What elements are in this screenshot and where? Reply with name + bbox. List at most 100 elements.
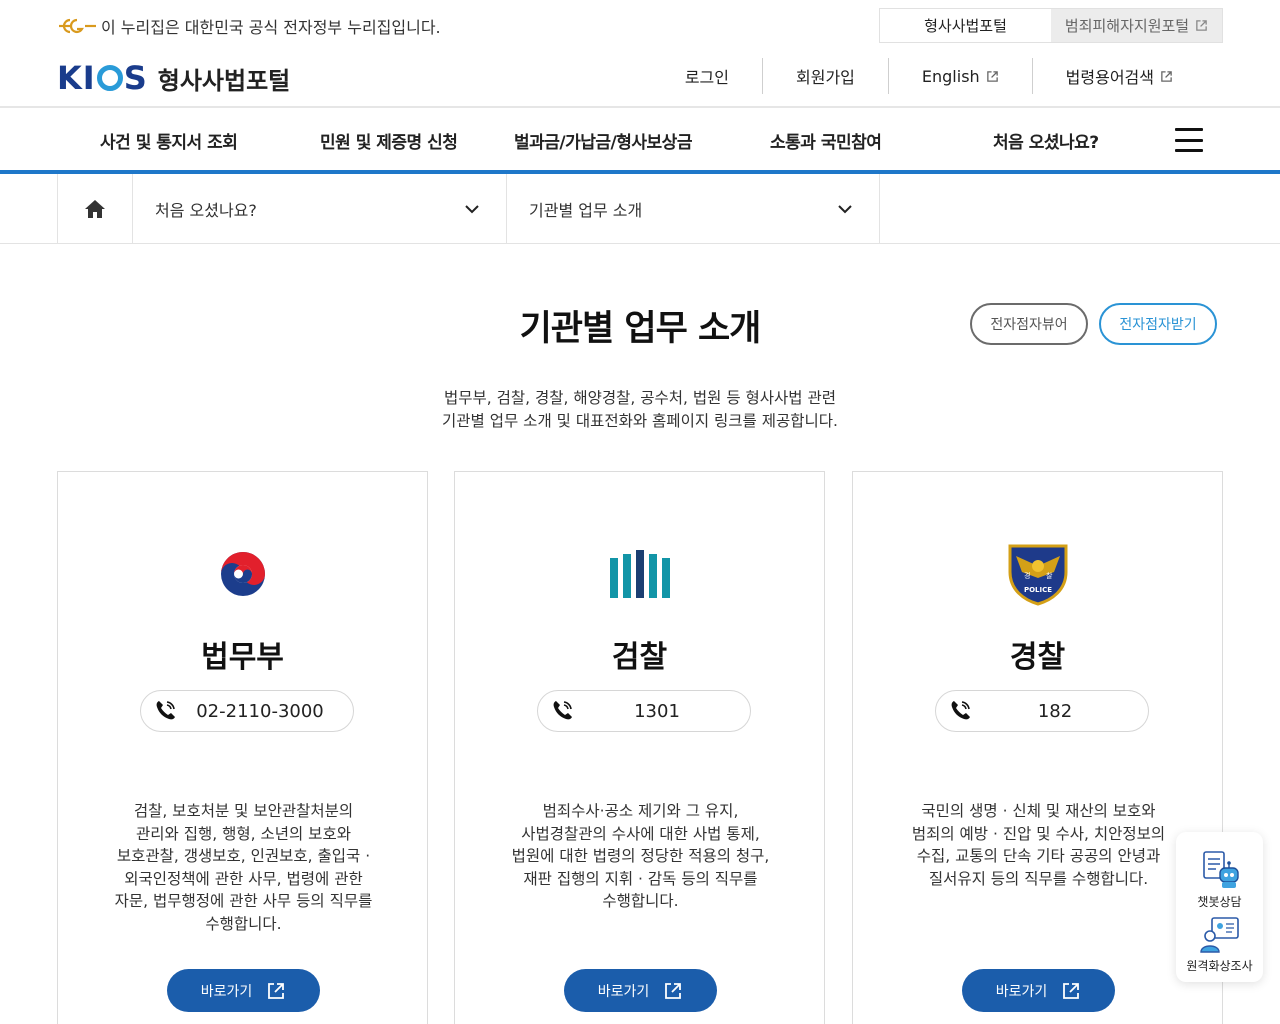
login-link[interactable]: 로그인	[652, 58, 762, 94]
tab-label: 범죄피해자지원포털	[1064, 17, 1190, 35]
quick-menu: 챗봇상담 원격화상조사	[1176, 832, 1263, 982]
english-label: English	[921, 66, 980, 86]
english-link[interactable]: English	[887, 58, 1032, 94]
video-label: 원격화상조사	[1186, 959, 1253, 973]
external-link-icon	[986, 70, 998, 82]
desc-line: 범죄수사·공소 제기와 그 유지,	[542, 802, 739, 820]
portal-switch: 형사사법포털 범죄피해자지원포털	[879, 8, 1223, 43]
legal-terms-search-link[interactable]: 법령용어검색	[1031, 58, 1206, 94]
agency-card-police: 경 찰 POLICE 경찰 182 국민의 생명 · 신체 및 재산의 보호와 …	[852, 471, 1223, 1024]
braille-viewer-button[interactable]: 전자점자뷰어	[970, 303, 1088, 345]
desc-line: 자문, 법무행정에 관한 사무 등의 직무를	[114, 892, 373, 910]
chevron-down-icon	[465, 204, 479, 213]
page-intro: 법무부, 검찰, 경찰, 해양경찰, 공수처, 법원 등 형사사법 관련 기관별…	[0, 387, 1280, 433]
prosecution-emblem-icon	[609, 550, 670, 598]
desc-line: 국민의 생명 · 신체 및 재산의 보호와	[921, 802, 1156, 820]
agency-name: 검찰	[611, 640, 668, 675]
go-button-label: 바로가기	[995, 983, 1048, 1000]
go-button-label: 바로가기	[200, 983, 253, 1000]
agency-card-prosecution: 검찰 1301 범죄수사·공소 제기와 그 유지, 사법경찰관의 수사에 대한 …	[454, 471, 825, 1024]
tab-criminal-justice-portal[interactable]: 형사사법포털	[880, 9, 1051, 42]
tab-victim-support-portal[interactable]: 범죄피해자지원포털	[1051, 9, 1222, 42]
signup-link[interactable]: 회원가입	[762, 58, 888, 94]
nav-case-inquiry[interactable]: 사건 및 통지서 조회	[100, 128, 238, 153]
agency-description: 범죄수사·공소 제기와 그 유지, 사법경찰관의 수사에 대한 사법 통제, 법…	[475, 800, 806, 913]
desc-line: 사법경찰관의 수사에 대한 사법 통제,	[521, 824, 760, 843]
site-logo[interactable]: KI S 형사사법포털	[57, 59, 290, 97]
chevron-down-icon	[838, 204, 852, 213]
desc-line: 범죄의 예방 · 진압 및 수사, 치안정보의	[911, 824, 1166, 843]
external-link-icon	[1196, 20, 1207, 31]
desc-line: 재판 집행의 지휘 · 감독 등의 직무를	[523, 869, 758, 888]
desc-line: 보호관찰, 갱생보호, 인권보호, 출입국 ·	[116, 847, 371, 865]
desc-line: 관리와 집행, 행형, 소년의 보호와	[136, 824, 351, 843]
agency-description: 국민의 생명 · 신체 및 재산의 보호와 범죄의 예방 · 진압 및 수사, …	[873, 800, 1204, 890]
phone-icon	[553, 701, 572, 720]
emblem-wrap: 경 찰 POLICE	[853, 542, 1222, 606]
breadcrumb: 처음 오셨나요? 기관별 업무 소개	[0, 174, 1280, 244]
nav-fines-compensation[interactable]: 벌과금/가납금/형사보상금	[514, 128, 692, 153]
phone-icon	[156, 701, 175, 720]
breadcrumb-level1-select[interactable]: 처음 오셨나요?	[133, 174, 507, 243]
braille-download-button[interactable]: 전자점자받기	[1099, 303, 1217, 345]
desc-line: 수행합니다.	[602, 892, 679, 910]
phone-icon	[951, 701, 970, 720]
gov-banner: 이 누리집은 대한민국 공식 전자정부 누리집입니다. 형사사법포털 범죄피해자…	[0, 0, 1280, 52]
external-link-icon	[665, 982, 682, 999]
desc-line: 질서유지 등의 직무를 수행합니다.	[928, 869, 1149, 888]
go-button[interactable]: 바로가기	[167, 969, 320, 1012]
desc-line: 수집, 교통의 단속 기타 공공의 안녕과	[916, 847, 1161, 865]
agency-description: 검찰, 보호처분 및 보안관찰처분의 관리와 집행, 행형, 소년의 보호와 보…	[78, 800, 409, 935]
main-nav: 사건 및 통지서 조회 민원 및 제증명 신청 벌과금/가납금/형사보상금 소통…	[0, 108, 1280, 171]
agency-phone[interactable]: 02-2110-3000	[140, 690, 354, 732]
remote-video-investigation-button[interactable]: 원격화상조사	[1176, 914, 1263, 974]
emblem-text: POLICE	[1023, 586, 1051, 594]
gov-notice: 이 누리집은 대한민국 공식 전자정부 누리집입니다.	[57, 14, 441, 38]
agency-name: 경찰	[1009, 640, 1066, 675]
breadcrumb-home[interactable]	[57, 174, 133, 243]
breadcrumb-level2-select[interactable]: 기관별 업무 소개	[507, 174, 880, 243]
utility-nav: 로그인 회원가입 English 법령용어검색	[652, 58, 1206, 94]
external-link-icon	[1063, 982, 1080, 999]
intro-line: 기관별 업무 소개 및 대표전화와 홈페이지 링크를 제공합니다.	[442, 412, 838, 430]
external-link-icon	[1161, 70, 1172, 82]
breadcrumb-level1-label: 처음 오셨나요?	[155, 200, 257, 220]
go-button[interactable]: 바로가기	[564, 969, 717, 1012]
taegeuk-emblem-icon	[220, 552, 265, 596]
emblem-text: 찰	[1046, 571, 1053, 580]
nav-first-visit[interactable]: 처음 오셨나요?	[993, 128, 1099, 153]
external-link-icon	[268, 982, 285, 999]
site-name: 형사사법포털	[157, 66, 291, 95]
agency-phone[interactable]: 182	[935, 690, 1149, 732]
nav-participation[interactable]: 소통과 국민참여	[770, 128, 882, 153]
desc-line: 법원에 대한 법령의 정당한 적용의 청구,	[511, 847, 770, 865]
kics-logo-icon: KI S	[57, 59, 148, 97]
tab-label: 형사사법포털	[924, 17, 1007, 35]
desc-line: 검찰, 보호처분 및 보안관찰처분의	[133, 802, 354, 820]
signup-label: 회원가입	[796, 68, 855, 87]
agency-phone[interactable]: 1301	[537, 690, 751, 732]
login-label: 로그인	[684, 68, 729, 87]
emblem-text: 경	[1024, 571, 1030, 580]
legal-terms-label: 법령용어검색	[1065, 68, 1154, 87]
video-call-icon	[1199, 917, 1239, 953]
go-button[interactable]: 바로가기	[962, 969, 1115, 1012]
gov-banner-text: 이 누리집은 대한민국 공식 전자정부 누리집입니다.	[101, 18, 441, 37]
agency-card-ministry-of-justice: 법무부 02-2110-3000 검찰, 보호처분 및 보안관찰처분의 관리와 …	[57, 471, 428, 1024]
egov-mark-icon	[59, 18, 96, 34]
desc-line: 외국인정책에 관한 사무, 법령에 관한	[124, 869, 363, 888]
nav-civil-petitions[interactable]: 민원 및 제증명 신청	[320, 128, 458, 153]
intro-line: 법무부, 검찰, 경찰, 해양경찰, 공수처, 법원 등 형사사법 관련	[443, 389, 837, 407]
police-emblem-icon: 경 찰 POLICE	[1008, 544, 1067, 606]
agency-name: 법무부	[201, 640, 284, 675]
home-icon	[85, 199, 105, 218]
hamburger-menu-icon[interactable]	[1175, 128, 1203, 152]
chatbot-button[interactable]: 챗봇상담	[1176, 850, 1263, 910]
breadcrumb-level2-label: 기관별 업무 소개	[529, 200, 643, 220]
chatbot-label: 챗봇상담	[1197, 895, 1242, 909]
page-title: 기관별 업무 소개	[519, 309, 762, 349]
chatbot-icon	[1202, 851, 1239, 888]
emblem-wrap	[455, 550, 824, 602]
go-button-label: 바로가기	[597, 983, 650, 1000]
desc-line: 수행합니다.	[205, 914, 282, 933]
